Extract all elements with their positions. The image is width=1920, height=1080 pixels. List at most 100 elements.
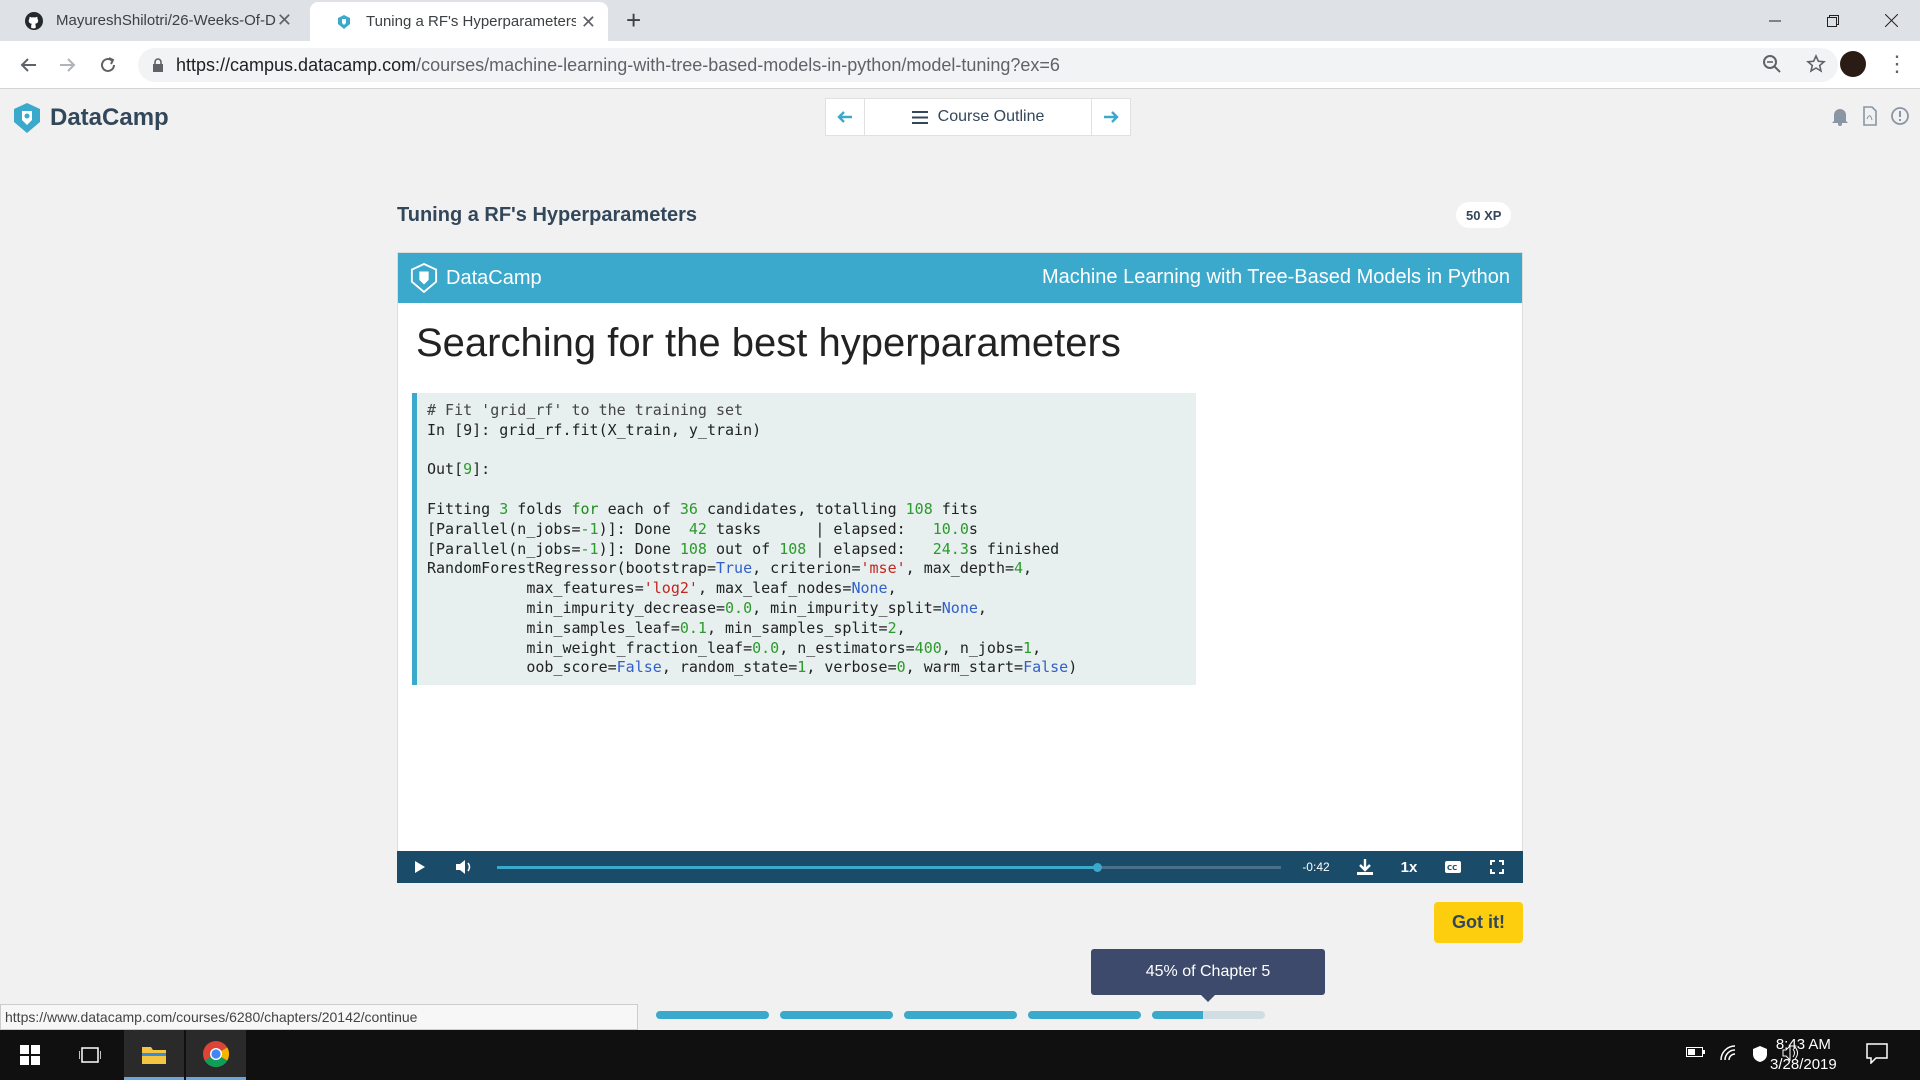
info-icon[interactable] — [1890, 106, 1910, 126]
code-line: oob_score=False, random_state=1, verbose… — [427, 658, 1078, 677]
file-explorer-button[interactable] — [124, 1030, 184, 1080]
play-button[interactable] — [407, 851, 433, 883]
slide-course-name: Machine Learning with Tree-Based Models … — [1041, 266, 1510, 288]
browser-tab-bar: MayureshShilotri/26-Weeks-Of-D ✕ Tuning … — [0, 0, 1920, 41]
volume-button[interactable] — [451, 851, 477, 883]
battery-icon[interactable] — [1686, 1045, 1706, 1059]
progress-segment — [1028, 1011, 1141, 1019]
code-block: # Fit 'grid_rf' to the training set In [… — [412, 393, 1196, 685]
slide-brand: DataCamp — [410, 263, 542, 293]
clock-time: 8:43 AM — [1775, 1036, 1831, 1053]
restore-button[interactable] — [1804, 0, 1862, 41]
new-tab-button[interactable]: + — [626, 6, 641, 34]
window-close-button[interactable] — [1862, 0, 1920, 41]
video-seek-bar[interactable] — [497, 863, 1281, 872]
reload-button[interactable] — [94, 51, 122, 79]
captions-icon: CC — [1445, 861, 1461, 873]
code-comment: # Fit 'grid_rf' to the training set — [427, 401, 744, 419]
status-bar-url: https://www.datacamp.com/courses/6280/ch… — [0, 1004, 638, 1030]
playback-speed-button[interactable]: 1x — [1395, 851, 1423, 883]
progress-segment — [904, 1011, 1017, 1019]
back-button[interactable] — [14, 51, 42, 79]
course-outline-nav: Course Outline — [825, 98, 1131, 136]
arrow-left-icon — [20, 58, 36, 72]
course-outline-label: Course Outline — [937, 108, 1045, 125]
seek-handle[interactable] — [1092, 863, 1102, 872]
close-icon[interactable]: ✕ — [277, 11, 292, 29]
progress-segment — [1152, 1011, 1265, 1019]
browser-tab-github[interactable]: MayureshShilotri/26-Weeks-Of-D ✕ — [0, 0, 304, 41]
code-line: min_samples_leaf=0.1, min_samples_split=… — [427, 618, 906, 637]
tab-title: Tuning a RF's Hyperparameters | — [366, 13, 576, 30]
fullscreen-button[interactable] — [1485, 851, 1509, 883]
prev-exercise-button[interactable] — [826, 99, 864, 135]
progress-segment-fill — [1028, 1011, 1141, 1019]
wifi-icon[interactable] — [1720, 1045, 1738, 1061]
action-center-button[interactable] — [1866, 1042, 1888, 1069]
reload-icon — [101, 57, 115, 72]
download-button[interactable] — [1353, 851, 1377, 883]
minimize-icon — [1769, 20, 1781, 21]
task-view-button[interactable] — [60, 1030, 120, 1080]
code-line: [Parallel(n_jobs=-1)]: Done 42 tasks | e… — [427, 519, 978, 538]
close-icon — [1884, 14, 1898, 27]
pdf-icon[interactable] — [1860, 106, 1880, 126]
more-menu-icon[interactable]: ⋮ — [1886, 51, 1908, 77]
chapter-progress-tooltip: 45% of Chapter 5 — [1091, 949, 1325, 1002]
taskbar-clock[interactable]: 8:43 AM 3/28/2019 — [1770, 1035, 1837, 1075]
minimize-button[interactable] — [1746, 0, 1804, 41]
progress-segment — [780, 1011, 893, 1019]
download-icon — [1357, 859, 1373, 875]
profile-avatar[interactable] — [1840, 51, 1866, 77]
seek-progress — [497, 866, 1097, 869]
lock-icon — [153, 58, 163, 72]
clock-date: 3/28/2019 — [1770, 1056, 1837, 1073]
got-it-button[interactable]: Got it! — [1434, 902, 1523, 943]
shield-icon[interactable] — [1752, 1045, 1768, 1063]
svg-text:CC: CC — [1447, 864, 1457, 872]
xp-badge: 50 XP — [1456, 202, 1512, 228]
slide-header: DataCamp Machine Learning with Tree-Base… — [398, 253, 1522, 303]
progress-segment — [656, 1011, 769, 1019]
next-exercise-button[interactable] — [1092, 99, 1130, 135]
play-icon — [415, 861, 425, 873]
url-text: https://campus.datacamp.com/courses/mach… — [176, 54, 1060, 75]
bell-icon[interactable] — [1830, 106, 1850, 126]
restore-icon — [1827, 14, 1839, 27]
code-line: RandomForestRegressor(bootstrap=True, cr… — [427, 559, 1033, 578]
code-line: In [9]: grid_rf.fit(X_train, y_train) — [427, 420, 762, 439]
close-icon[interactable]: ✕ — [581, 13, 596, 31]
datacamp-shield-icon — [410, 263, 438, 293]
code-line: Fitting 3 folds for each of 36 candidate… — [427, 499, 978, 518]
brand-name: DataCamp — [50, 104, 169, 131]
site-header: DataCamp Course Outline — [0, 90, 1920, 146]
code-line: min_impurity_decrease=0.0, min_impurity_… — [427, 598, 987, 617]
course-outline-button[interactable]: Course Outline — [864, 99, 1092, 135]
windows-icon — [20, 1045, 40, 1065]
progress-segment-fill — [780, 1011, 893, 1019]
chrome-button[interactable] — [186, 1030, 246, 1080]
url-field[interactable]: https://campus.datacamp.com/courses/mach… — [138, 48, 1838, 82]
arrow-left-icon — [837, 111, 852, 123]
code-line: Out[9]: — [427, 460, 491, 479]
tab-title: MayureshShilotri/26-Weeks-Of-D — [56, 12, 276, 29]
windows-taskbar: 8:43 AM 3/28/2019 — [0, 1030, 1920, 1080]
fullscreen-icon — [1490, 860, 1504, 874]
window-controls — [1746, 0, 1920, 41]
zoom-icon[interactable] — [1762, 54, 1782, 74]
start-button[interactable] — [0, 1030, 60, 1080]
github-icon — [24, 11, 44, 31]
time-remaining: -0:42 — [1302, 860, 1330, 874]
address-bar: https://campus.datacamp.com/courses/mach… — [0, 41, 1920, 89]
captions-button[interactable]: CC — [1441, 851, 1465, 883]
datacamp-shield-icon — [14, 103, 40, 133]
browser-tab-datacamp[interactable]: Tuning a RF's Hyperparameters | ✕ — [310, 2, 608, 41]
arrow-right-icon — [60, 58, 76, 72]
code-line: min_weight_fraction_leaf=0.0, n_estimato… — [427, 638, 1042, 657]
exercise-title: Tuning a RF's Hyperparameters — [397, 204, 698, 226]
datacamp-logo[interactable]: DataCamp — [12, 102, 169, 134]
arrow-right-icon — [1104, 111, 1119, 123]
star-icon[interactable] — [1806, 54, 1826, 74]
forward-button[interactable] — [54, 51, 82, 79]
slide-heading: Searching for the best hyperparameters — [416, 321, 1121, 365]
